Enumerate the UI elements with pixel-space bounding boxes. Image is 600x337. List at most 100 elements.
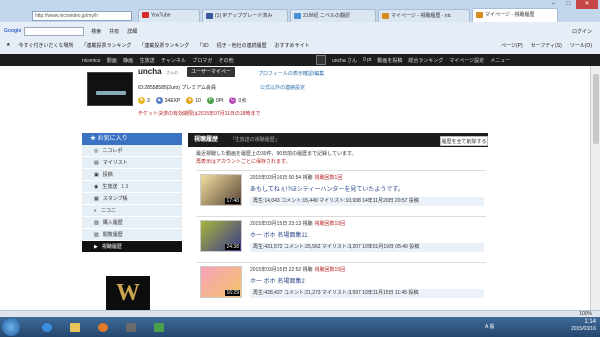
- facebook-icon: [206, 12, 213, 19]
- nav-video[interactable]: 動画: [107, 58, 117, 64]
- profile-edit-link[interactable]: プロフィールの表示確認/編集: [258, 70, 324, 77]
- sidebar-header[interactable]: ★ お気に入り: [82, 133, 182, 145]
- sidebar-item-nicoru[interactable]: ◐ ニコニ: [82, 205, 182, 217]
- tab-mypage-1[interactable]: マイページ - 視聴履歴 - nic: [378, 9, 470, 22]
- video-title[interactable]: ホー ボホ 名場面集11: [250, 230, 308, 239]
- profile-id: ID:28558585(2uro) プレミアム会員: [138, 85, 217, 91]
- video-title[interactable]: ホー ボホ 名場面集2: [250, 276, 305, 285]
- watch-count: 視聴回数1回: [314, 175, 343, 181]
- stat-coin: ● 10: [186, 97, 201, 104]
- app-taskbar-button[interactable]: [120, 318, 142, 336]
- history-note-2: 再表示はアカウントごとに保存されます。: [196, 159, 291, 165]
- header-username[interactable]: uncha さん: [332, 57, 357, 64]
- ad-banner[interactable]: W: [100, 272, 156, 314]
- sidebar-item-nicorepo[interactable]: ◎ ニコレポ: [82, 145, 182, 157]
- app-taskbar-button-2[interactable]: [148, 318, 170, 336]
- profile-username: uncha: [138, 67, 162, 76]
- scrollbar-thumb[interactable]: [593, 74, 599, 144]
- mylist-button[interactable]: ユーザーマイページ: [187, 67, 235, 85]
- profile-thumbnail[interactable]: [87, 72, 133, 106]
- menu-tools[interactable]: ツール(O): [570, 42, 592, 49]
- sidebar-item-stamps[interactable]: ▦ スタンプ帳: [82, 193, 182, 205]
- nav-mypage-settings[interactable]: マイページ設定: [449, 57, 484, 64]
- history-subtitle[interactable]: 「生放送の視聴履歴」: [230, 137, 280, 143]
- nav-menu[interactable]: メニュー: [490, 57, 510, 64]
- history-entry: 17:48 2015年03月16日 00:54 視聴 視聴回数1回 あもしてねぇ!…: [196, 170, 486, 216]
- sidebar-item-purchase[interactable]: ▧ 購入履歴: [82, 217, 182, 229]
- media-taskbar-button[interactable]: [92, 318, 114, 336]
- fav-item[interactable]: 「連載投票ランキング: [82, 42, 132, 49]
- tab-facebook[interactable]: (1) IPアップグレード済み: [202, 9, 288, 22]
- video-thumbnail[interactable]: 17:48: [200, 174, 242, 206]
- page-scrollbar[interactable]: [590, 66, 600, 316]
- nav-other[interactable]: その他: [219, 58, 234, 64]
- history-icon: ▨: [94, 231, 99, 238]
- close-button[interactable]: ✕: [576, 0, 598, 9]
- contact-settings-link[interactable]: 公式以外の連絡設定: [260, 84, 305, 91]
- fav-item[interactable]: 招き・他社の連続履歴: [217, 42, 267, 49]
- folder-icon: [70, 322, 80, 332]
- site-nav: niconico 動画 静画 生放送 チャンネル ブロマガ その他: [82, 57, 239, 64]
- sidebar-item-uploads[interactable]: ▣ 投稿: [82, 169, 182, 181]
- star-icon: ★: [138, 97, 145, 104]
- video-title[interactable]: あもしてねぇ!?ほシティーハンターを見ていたようです。: [250, 184, 404, 193]
- niconico-header: niconico 動画 静画 生放送 チャンネル ブロマガ その他 uncha …: [0, 54, 600, 66]
- minimize-button[interactable]: –: [546, 0, 561, 9]
- menu-safety[interactable]: セーフティ(S): [531, 42, 562, 49]
- exp-icon: ▲: [155, 97, 163, 104]
- ticket-warning[interactable]: チケット決済の有効期限は2015年07月11日の18時まで: [138, 110, 260, 117]
- avatar[interactable]: [316, 55, 326, 65]
- toolbar-login[interactable]: ログイン: [572, 28, 592, 35]
- nav-niconico[interactable]: niconico: [82, 58, 100, 64]
- explorer-taskbar-button[interactable]: [64, 318, 86, 336]
- repo-icon: ◎: [94, 147, 99, 154]
- nav-ranking[interactable]: 総合ランキング: [408, 57, 443, 64]
- video-thumbnail[interactable]: 24:38: [200, 220, 242, 252]
- stamp-icon: ▦: [94, 195, 99, 202]
- niconico-icon: [382, 12, 389, 19]
- sidebar-item-watch-history[interactable]: ▶ 視聴履歴: [82, 241, 182, 253]
- star-icon: ★: [90, 136, 98, 142]
- fav-item[interactable]: おすすめサイト: [275, 42, 310, 49]
- watch-count: 視聴回数15回: [314, 267, 346, 273]
- fav-star-icon[interactable]: ★: [6, 42, 10, 48]
- maximize-button[interactable]: □: [561, 0, 576, 9]
- tab-youtube[interactable]: YouTube: [138, 9, 200, 22]
- sidebar-item-browse[interactable]: ▨ 閲覧履歴: [82, 229, 182, 241]
- tab-translation[interactable]: 21世紀 ニベルの翻訳: [290, 9, 376, 22]
- fav-item[interactable]: 「連載投票ランキング: [139, 42, 189, 49]
- sidebar-item-mylist[interactable]: ▤ マイリスト: [82, 157, 182, 169]
- start-button[interactable]: [2, 318, 20, 336]
- nav-seiga[interactable]: 静画: [123, 58, 133, 64]
- nav-live[interactable]: 生放送: [140, 58, 155, 64]
- language-indicator[interactable]: A 般: [485, 323, 494, 330]
- nav-upload[interactable]: 動画を投稿: [377, 57, 402, 64]
- sidebar-item-live[interactable]: ◉ 生放送 1 3: [82, 181, 182, 193]
- sidebar: ★ お気に入り ◎ ニコレポ ▤ マイリスト ▣ 投稿 ◉ 生放送 1 3 ▦ スタンプ帳 …: [82, 133, 182, 267]
- favorites-bar: ★ 今すぐ付きいだくな場所 「連載投票ランキング 「連載投票ランキング 「3D …: [0, 38, 600, 52]
- toolbar-search[interactable]: 検索: [91, 28, 101, 35]
- fav-item[interactable]: 今すぐ付きいだくな場所: [18, 42, 73, 49]
- video-thumbnail[interactable]: 16:29: [200, 266, 242, 298]
- address-bar[interactable]: http://www.nicovideo.jp/my/h: [32, 11, 132, 21]
- system-tray: A 般: [485, 323, 494, 330]
- stat-point: P 0Pt: [206, 97, 224, 104]
- cart-icon: ▧: [94, 219, 99, 226]
- video-meta: 再生:431,572 コメント:25,562 マイリスト:3,207 10年01…: [250, 243, 484, 252]
- tab-mypage-2[interactable]: マイページ - 視聴履歴: [472, 8, 558, 22]
- toolbar-more[interactable]: 詳細: [127, 28, 137, 35]
- media-player-icon: [98, 322, 108, 332]
- clock[interactable]: 1:14 2015/03/16: [571, 319, 596, 333]
- toolbar-share[interactable]: 共有: [109, 28, 119, 35]
- fav-item[interactable]: 「3D: [197, 42, 208, 49]
- coin-icon: ●: [186, 97, 194, 104]
- video-meta: 再生:14,043 コメント:15,449 マイリスト:10,938 14年11…: [250, 197, 484, 206]
- nav-channel[interactable]: チャンネル: [161, 58, 186, 64]
- menu-page[interactable]: ページ(P): [501, 42, 523, 49]
- score-icon: C: [229, 97, 237, 104]
- nav-blomaga[interactable]: ブロマガ: [192, 58, 212, 64]
- page-icon: [294, 12, 301, 19]
- google-search-input[interactable]: [24, 26, 85, 36]
- delete-all-history-button[interactable]: 履歴を全て削除する: [440, 136, 488, 146]
- ie-taskbar-button[interactable]: [36, 318, 58, 336]
